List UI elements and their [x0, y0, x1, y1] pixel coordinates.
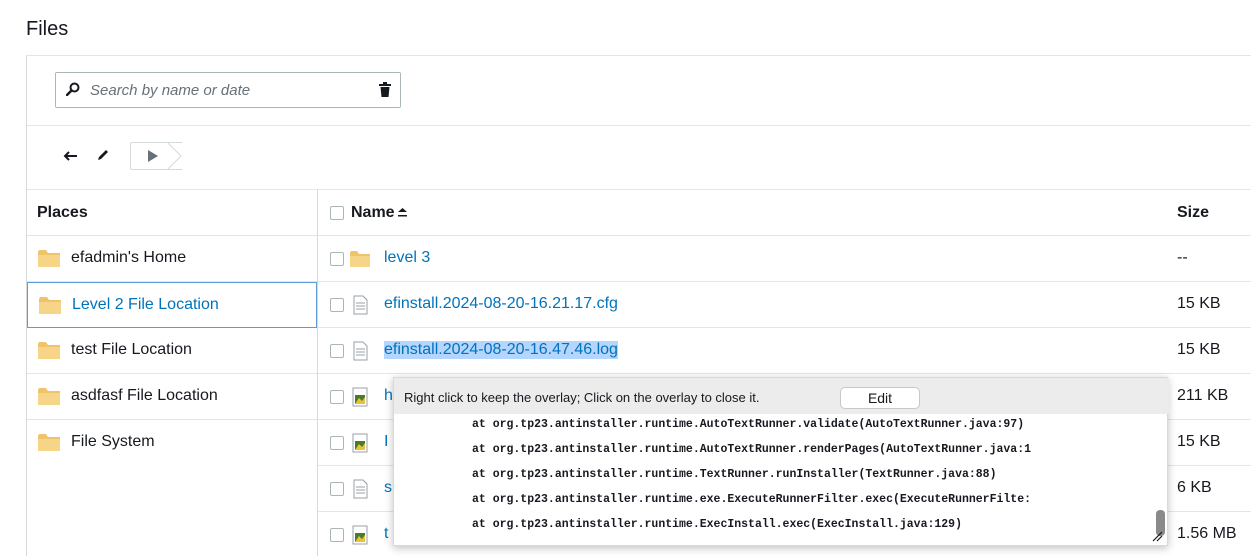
table-row[interactable]: efinstall.2024-08-20-16.21.17.cfg 15 KB — [318, 282, 1251, 328]
file-name-link[interactable]: I — [384, 433, 388, 451]
log-preview-overlay[interactable]: Right click to keep the overlay; Click o… — [393, 377, 1169, 546]
table-row[interactable]: efinstall.2024-08-20-16.47.46.log 15 KB — [318, 328, 1251, 374]
log-line: at org.tp23.antinstaller.runtime.AutoTex… — [472, 418, 1025, 431]
select-all-checkbox[interactable] — [330, 206, 344, 220]
place-item-label: asdfasf File Location — [71, 387, 218, 404]
places-list: Places efadmin's Home Level 2 File Locat… — [27, 190, 317, 556]
resize-grip-icon[interactable] — [1151, 530, 1163, 542]
log-line: at org.tp23.antinstaller.runtime.ExecIns… — [472, 518, 962, 531]
column-header-size[interactable]: Size — [1177, 204, 1209, 222]
folder-icon — [350, 251, 370, 267]
folder-icon — [38, 342, 60, 359]
image-file-icon — [352, 387, 368, 407]
place-item-efadmin-home[interactable]: efadmin's Home — [27, 236, 317, 282]
search-box[interactable] — [55, 72, 401, 108]
file-name-link[interactable]: level 3 — [384, 249, 430, 267]
row-checkbox[interactable] — [330, 482, 344, 496]
file-size: 15 KB — [1177, 341, 1221, 358]
log-content: at org.tp23.antinstaller.runtime.AutoTex… — [394, 414, 1154, 542]
play-icon — [148, 150, 158, 162]
text-file-icon — [353, 341, 368, 361]
edit-button[interactable]: Edit — [840, 387, 920, 409]
place-item-level-2-file-location[interactable]: Level 2 File Location — [27, 282, 317, 328]
file-name-link[interactable]: efinstall.2024-08-20-16.47.46.log — [384, 341, 618, 359]
page-title: Files — [26, 18, 69, 40]
toolbar — [27, 126, 1251, 190]
file-name-link[interactable]: h — [384, 387, 393, 405]
row-checkbox[interactable] — [330, 344, 344, 358]
row-checkbox[interactable] — [330, 252, 344, 266]
search-bar — [27, 56, 1251, 126]
file-size: 15 KB — [1177, 295, 1221, 312]
search-input[interactable] — [90, 79, 340, 101]
column-header-name[interactable]: Name — [351, 204, 395, 222]
row-checkbox[interactable] — [330, 298, 344, 312]
sort-icon[interactable] — [398, 208, 407, 219]
place-item-label: test File Location — [71, 341, 192, 358]
trash-icon[interactable] — [378, 82, 392, 98]
folder-icon — [39, 297, 61, 314]
pencil-icon[interactable] — [95, 147, 111, 163]
breadcrumb-chevron-icon — [167, 142, 182, 170]
file-name-link[interactable]: efinstall.2024-08-20-16.21.17.cfg — [384, 295, 618, 313]
log-line: at org.tp23.antinstaller.runtime.AutoTex… — [472, 443, 1031, 456]
folder-icon — [38, 434, 60, 451]
file-size: 1.56 MB — [1177, 525, 1237, 542]
place-item-file-system[interactable]: File System — [27, 420, 317, 466]
folder-icon — [38, 388, 60, 405]
places-header: Places — [27, 190, 317, 236]
file-size: 6 KB — [1177, 479, 1212, 496]
image-file-icon — [352, 525, 368, 545]
log-line: at org.tp23.antinstaller.runtime.exe.Exe… — [472, 493, 1031, 506]
table-row[interactable]: level 3 -- — [318, 236, 1251, 282]
file-name-link[interactable]: s — [384, 479, 392, 497]
place-item-label: Level 2 File Location — [72, 296, 219, 313]
files-table-header: Name Size — [318, 190, 1251, 236]
image-file-icon — [352, 433, 368, 453]
back-arrow-icon[interactable] — [63, 148, 79, 164]
file-size: 15 KB — [1177, 433, 1221, 450]
place-item-label: File System — [71, 433, 155, 450]
text-file-icon — [353, 295, 368, 315]
log-line: at org.tp23.antinstaller.runtime.TextRun… — [472, 468, 997, 481]
search-icon — [66, 82, 80, 96]
overlay-header: Right click to keep the overlay; Click o… — [394, 378, 1169, 414]
row-checkbox[interactable] — [330, 390, 344, 404]
place-item-test-file-location[interactable]: test File Location — [27, 328, 317, 374]
folder-icon — [38, 250, 60, 267]
text-file-icon — [353, 479, 368, 499]
row-checkbox[interactable] — [330, 436, 344, 450]
file-size: 211 KB — [1177, 387, 1229, 404]
place-item-label: efadmin's Home — [71, 249, 187, 266]
file-name-link[interactable]: t — [384, 525, 388, 543]
place-item-asdfasf-file-location[interactable]: asdfasf File Location — [27, 374, 317, 420]
overlay-message: Right click to keep the overlay; Click o… — [404, 390, 760, 405]
row-checkbox[interactable] — [330, 528, 344, 542]
file-size: -- — [1177, 249, 1188, 266]
